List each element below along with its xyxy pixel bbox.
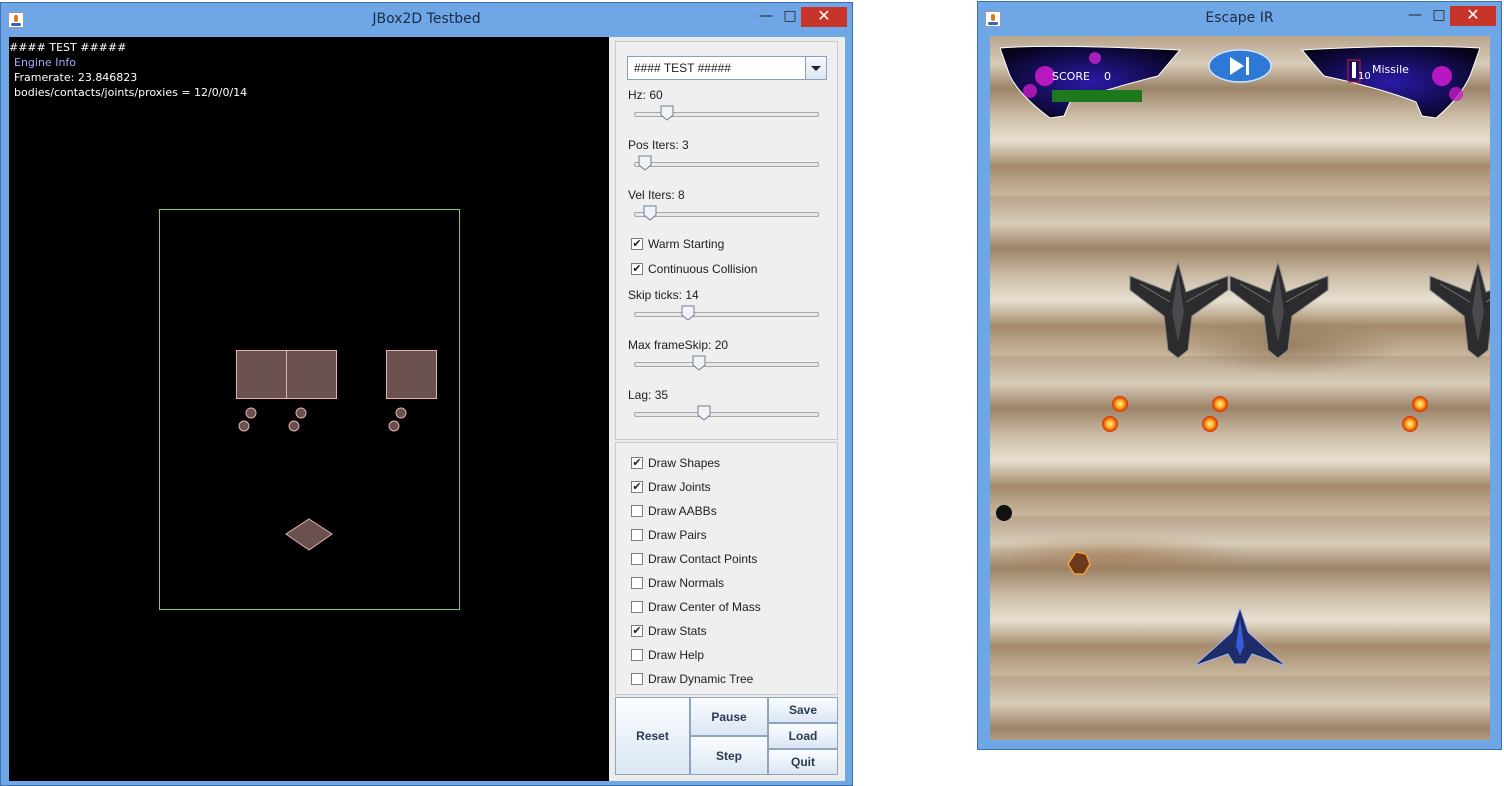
checkbox-label[interactable]: Draw Contact Points (648, 552, 757, 566)
checkbox-label[interactable]: Draw Pairs (648, 528, 707, 542)
button-panel: Reset Pause Step Save Load Quit (615, 697, 838, 775)
checkbox-label[interactable]: Draw Joints (648, 480, 711, 494)
checkbox-label[interactable]: Continuous Collision (648, 262, 757, 276)
slider-thumb[interactable] (697, 405, 711, 421)
enemy-fireball (1202, 416, 1218, 432)
minimize-button[interactable]: — (753, 7, 779, 27)
slider-label: Lag: 35 (628, 388, 669, 402)
checkbox[interactable]: ✔ (631, 481, 643, 493)
game-scene: SCORE 0 Missile 10 (996, 45, 1490, 667)
body-box (286, 350, 337, 399)
escape-titlebar[interactable]: Escape IR — □ ✕ (978, 2, 1501, 34)
slider-label: Pos Iters: 3 (628, 138, 689, 152)
checkbox[interactable] (631, 529, 643, 541)
control-panel: #### TEST ##### Hz: 60 Pos Iters: 3 Vel It… (609, 37, 845, 781)
slider-thumb[interactable] (638, 155, 652, 171)
slider-thumb[interactable] (681, 305, 695, 321)
settings-group: #### TEST ##### Hz: 60 Pos Iters: 3 Vel It… (615, 41, 838, 440)
close-button[interactable]: ✕ (801, 7, 847, 27)
maximize-button[interactable]: □ (1426, 6, 1452, 26)
slider-thumb[interactable] (660, 105, 674, 121)
body-box (386, 350, 437, 399)
enemy-ship (1429, 261, 1490, 359)
minimize-button[interactable]: — (1402, 6, 1428, 26)
body-diamond (285, 518, 333, 551)
pause-button[interactable]: Pause (690, 697, 768, 736)
close-button[interactable]: ✕ (1450, 6, 1496, 26)
jbox2d-window: JBox2D Testbed — □ ✕ #### TEST ##### Eng… (0, 2, 853, 786)
load-button[interactable]: Load (768, 723, 838, 749)
slider-thumb[interactable] (643, 205, 657, 221)
score-value: 0 (1104, 70, 1111, 83)
checkbox[interactable] (631, 601, 643, 613)
slider-track[interactable] (634, 312, 819, 317)
enemy-fireball (1402, 416, 1418, 432)
window-title: JBox2D Testbed (372, 11, 481, 27)
player-ship (1193, 606, 1287, 667)
slider-track[interactable] (634, 162, 819, 167)
body-circle (288, 420, 300, 432)
checkbox[interactable]: ✔ (631, 625, 643, 637)
enemy-fireball (1112, 396, 1128, 412)
checkbox[interactable] (631, 673, 643, 685)
slider-label: Vel Iters: 8 (628, 188, 685, 202)
body-circle (238, 420, 250, 432)
dropdown-arrow-icon[interactable] (805, 57, 826, 79)
checkbox[interactable]: ✔ (631, 238, 643, 250)
slider-label: Skip ticks: 14 (628, 288, 699, 302)
enemy-fireball (1102, 416, 1118, 432)
slider-track[interactable] (634, 362, 819, 367)
maximize-button[interactable]: □ (777, 7, 803, 27)
checkbox-label[interactable]: Draw Normals (648, 576, 724, 590)
checkbox[interactable] (631, 649, 643, 661)
checkbox[interactable] (631, 505, 643, 517)
slider-track[interactable] (634, 212, 819, 217)
checkbox[interactable] (631, 577, 643, 589)
quit-button[interactable]: Quit (768, 749, 838, 775)
escape-ir-window: Escape IR — □ ✕ SCORE 0 Missile 10 (977, 1, 1502, 750)
missile-label: Missile (1372, 63, 1409, 76)
body-circle (395, 407, 407, 419)
test-select-value: #### TEST ##### (634, 61, 731, 75)
jbox2d-titlebar[interactable]: JBox2D Testbed — □ ✕ (1, 3, 852, 35)
step-button[interactable]: Step (690, 736, 768, 775)
checkbox-label[interactable]: Draw Stats (648, 624, 707, 638)
body-circle (245, 407, 257, 419)
checkbox-label[interactable]: Draw AABBs (648, 504, 717, 518)
checkbox[interactable]: ✔ (631, 263, 643, 275)
slider-track[interactable] (634, 412, 819, 417)
body-box (236, 350, 287, 399)
reset-button[interactable]: Reset (615, 697, 690, 775)
checkbox-label[interactable]: Draw Center of Mass (648, 600, 761, 614)
moon-shadow (996, 505, 1012, 521)
enemy-fireball (1412, 396, 1428, 412)
slider-label: Hz: 60 (628, 88, 663, 102)
play-skip-icon[interactable] (1208, 49, 1272, 83)
enemy-ship (1129, 261, 1229, 359)
body-circle (388, 420, 400, 432)
checkbox-label[interactable]: Draw Dynamic Tree (648, 672, 753, 686)
checkbox[interactable]: ✔ (631, 457, 643, 469)
asteroid (1067, 551, 1091, 575)
score-label: SCORE (1052, 70, 1090, 83)
checkbox-label[interactable]: Draw Shapes (648, 456, 720, 470)
enemy-fireball (1212, 396, 1228, 412)
slider-thumb[interactable] (692, 355, 706, 371)
world-scene (159, 209, 460, 610)
save-button[interactable]: Save (768, 697, 838, 723)
missile-count: 10 (1358, 71, 1371, 82)
missile-hud-panel (1300, 45, 1481, 119)
body-circle (295, 407, 307, 419)
slider-label: Max frameSkip: 20 (628, 338, 729, 352)
simulation-canvas[interactable]: #### TEST ##### Engine Info Framerate: 2… (9, 37, 609, 781)
enemy-ship (1229, 261, 1329, 359)
test-select[interactable]: #### TEST ##### (627, 56, 827, 80)
game-viewport[interactable]: SCORE 0 Missile 10 (990, 36, 1490, 740)
checkbox-label[interactable]: Draw Help (648, 648, 704, 662)
checkbox[interactable] (631, 553, 643, 565)
health-bar (1052, 90, 1142, 102)
draw-options-group: ✔ Draw Shapes ✔ Draw Joints Draw AABBs Draw P… (615, 442, 838, 695)
checkbox-label[interactable]: Warm Starting (648, 237, 724, 251)
